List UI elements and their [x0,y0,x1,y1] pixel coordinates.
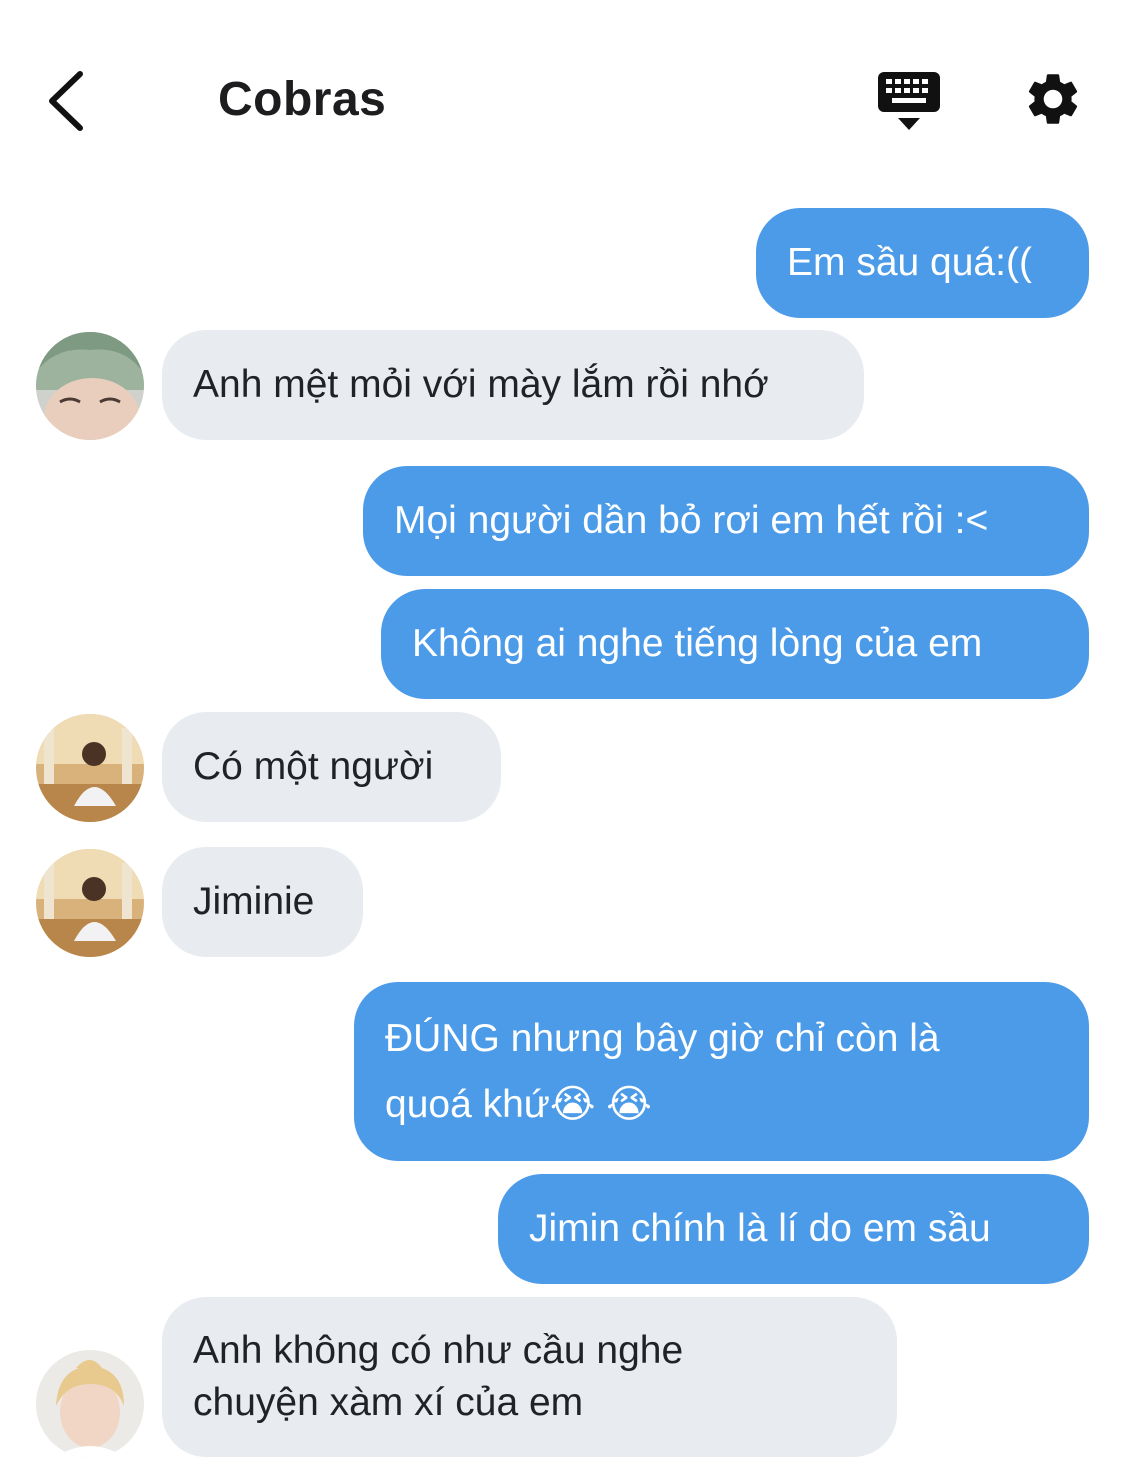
message-bubble-incoming[interactable]: Anh không có như cầu nghe chuyện xàm xí … [162,1297,897,1457]
message-text-line: quoá khứ😭 😭 [385,1083,652,1126]
message-text: Có một người [193,745,434,788]
message-text-line: Anh không có như cầu nghe [193,1329,684,1372]
avatar[interactable] [36,1350,144,1458]
message-bubble-outgoing[interactable]: Em sầu quá:(( [756,208,1089,318]
message-text: Anh mệt mỏi với mày lắm rồi nhớ [193,363,769,406]
avatar[interactable] [36,714,144,822]
message-bubble-outgoing[interactable]: Mọi người dần bỏ rơi em hết rồi :< [363,466,1089,576]
keyboard-hide-icon [878,72,940,130]
avatar[interactable] [36,849,144,957]
settings-button[interactable] [1022,68,1084,130]
avatar-green-hair [36,332,144,440]
avatar-sunset-photo [36,849,144,957]
keyboard-toggle-button[interactable] [876,70,942,134]
message-bubble-incoming[interactable]: Anh mệt mỏi với mày lắm rồi nhớ [162,330,864,440]
message-text-line: ĐÚNG nhưng bây giờ chỉ còn là [385,1017,940,1060]
avatar-sunset-photo [36,714,144,822]
message-text-line: chuyện xàm xí của em [193,1381,584,1424]
message-text: Không ai nghe tiếng lòng của em [412,622,983,665]
message-text: Jimin chính là lí do em sầu [529,1207,991,1250]
message-text: Jiminie [193,880,315,923]
message-bubble-outgoing[interactable]: ĐÚNG nhưng bây giờ chỉ còn là quoá khứ😭 … [354,982,1089,1161]
chat-title: Cobras [218,73,387,126]
message-text: Mọi người dần bỏ rơi em hết rồi :< [394,499,989,542]
back-button[interactable] [40,68,100,134]
message-text: Em sầu quá:(( [787,241,1032,284]
gear-icon [1028,74,1078,124]
chat-header: Cobras [0,0,1125,200]
chevron-left-icon [49,71,83,131]
avatar-blonde-hair [36,1350,144,1458]
message-bubble-incoming[interactable]: Có một người [162,712,501,822]
message-bubble-outgoing[interactable]: Không ai nghe tiếng lòng của em [381,589,1089,699]
message-bubble-incoming[interactable]: Jiminie [162,847,363,957]
avatar[interactable] [36,332,144,440]
message-bubble-outgoing[interactable]: Jimin chính là lí do em sầu [498,1174,1089,1284]
